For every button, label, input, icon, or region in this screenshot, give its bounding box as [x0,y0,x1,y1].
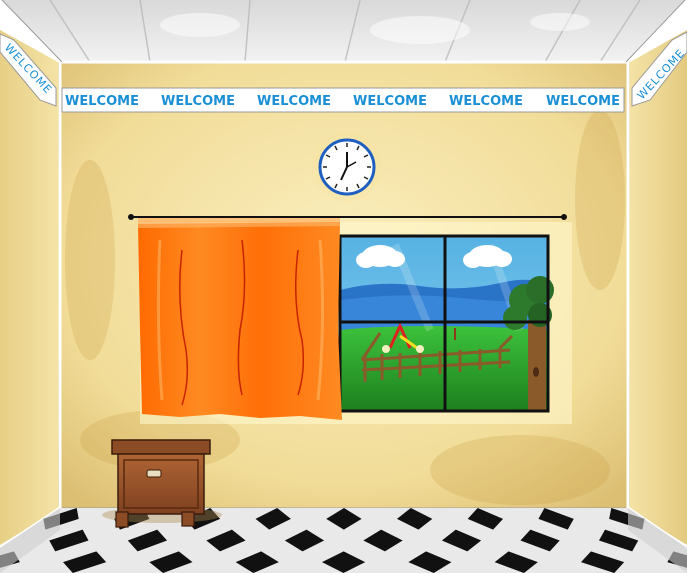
right-wall [630,30,687,545]
drawer-handle[interactable] [146,469,162,478]
banner-word: WELCOME [449,94,523,109]
banner-word: WELCOME [161,94,235,109]
banner-word: WELCOME [353,94,427,109]
nightstand[interactable] [102,439,222,528]
curtain[interactable] [138,218,342,420]
banner-word: WELCOME [546,94,620,109]
checkered-floor [0,508,687,573]
banner-word: WELCOME [257,94,331,109]
room-scene: WELCOME WELCOME WELCOME WELCOME WELCOME … [0,0,687,573]
ceiling [0,0,687,63]
welcome-banner: WELCOME WELCOME WELCOME WELCOME WELCOME … [61,87,625,113]
banner-word: WELCOME [65,94,139,109]
wall-clock-icon[interactable] [311,131,383,203]
room-canvas: WELCOME WELCOME WELCOME WELCOME WELCOME … [0,0,687,573]
window[interactable] [338,234,554,413]
left-wall [0,30,58,545]
